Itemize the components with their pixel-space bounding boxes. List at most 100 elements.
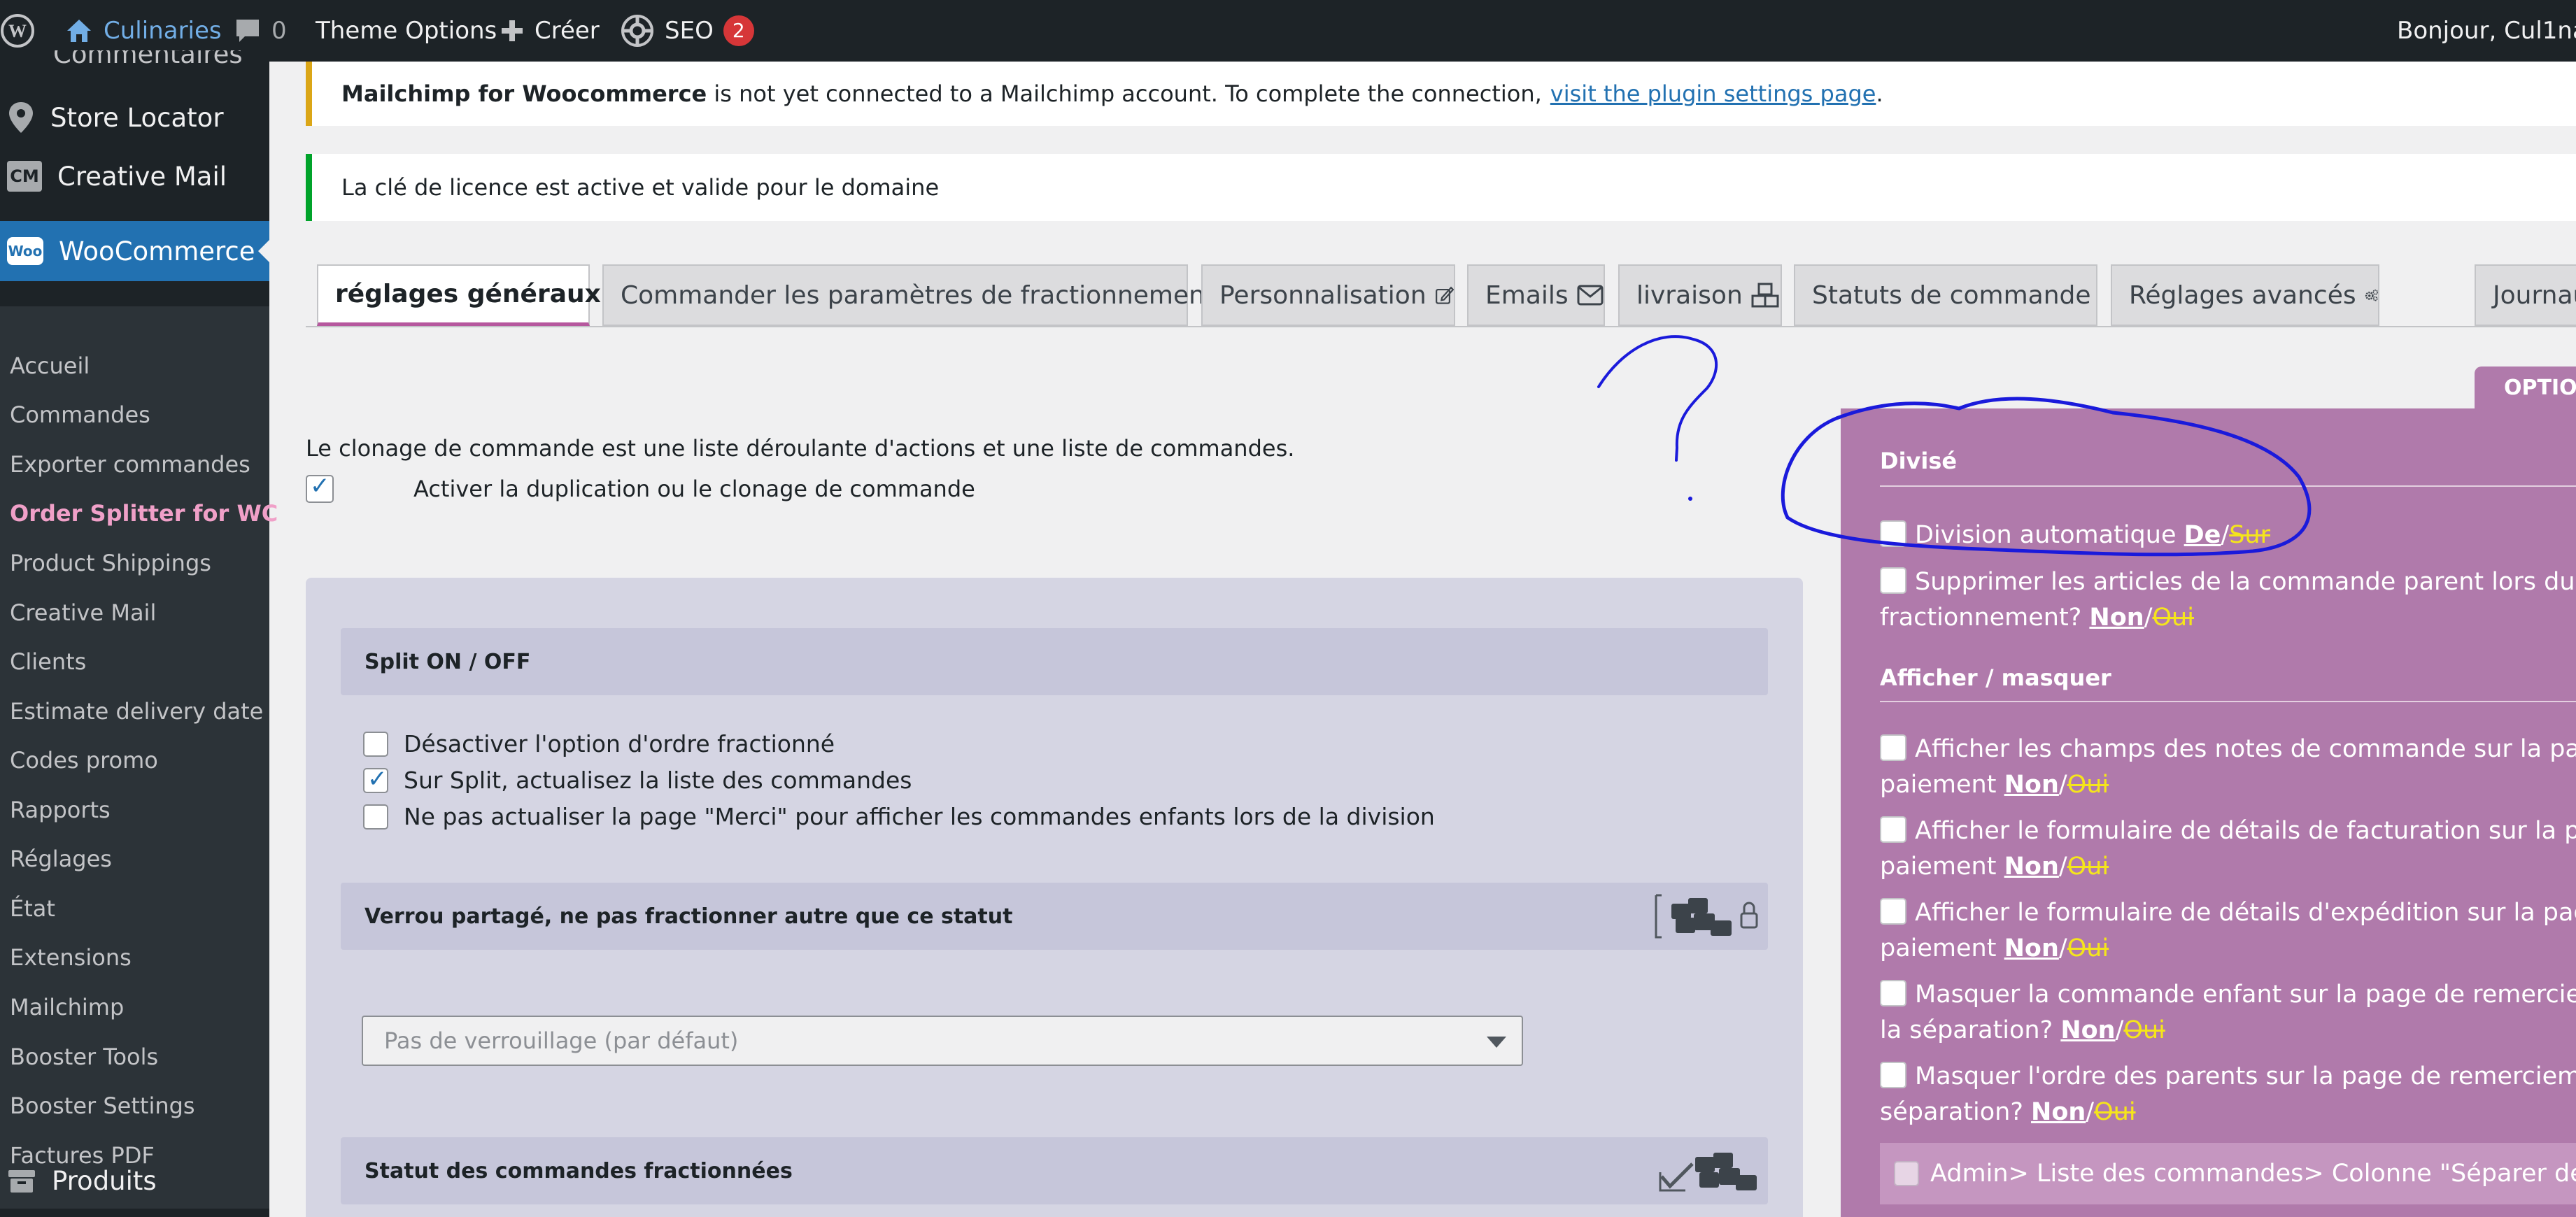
seo-badge: 2 bbox=[723, 15, 754, 46]
archive-icon bbox=[8, 1170, 35, 1193]
option-label: Admin> Liste des commandes> Colonne "Sép… bbox=[1930, 1160, 2576, 1188]
tab-advanced-settings[interactable]: Réglages avancés bbox=[2111, 264, 2379, 326]
menu-creative-mail[interactable]: CM Creative Mail bbox=[0, 151, 269, 201]
site-name: Culinaries bbox=[104, 17, 222, 45]
theme-options-link[interactable]: Theme Options bbox=[316, 0, 497, 62]
menu-woocommerce-label: WooCommerce bbox=[59, 236, 255, 266]
tab-label: Statuts de commande bbox=[1812, 280, 2091, 310]
lock-status-placeholder: Pas de verrouillage (par défaut) bbox=[384, 1027, 739, 1054]
refresh-orders-checkbox[interactable] bbox=[363, 765, 388, 793]
seo-gear-icon bbox=[621, 15, 653, 47]
option-value-off: Oui bbox=[2067, 771, 2109, 799]
tab-split-settings[interactable]: Commander les paramètres de fractionneme… bbox=[602, 264, 1215, 326]
split-option-label: Ne pas actualiser la page "Merci" pour a… bbox=[404, 803, 1435, 830]
options-tab[interactable]: OPTION bbox=[2475, 366, 2576, 408]
option-label-cont: séparation? bbox=[1880, 1098, 2023, 1126]
disable-split-checkbox[interactable] bbox=[363, 731, 388, 757]
option-value-off: Oui bbox=[2067, 853, 2109, 881]
submenu-item[interactable]: Booster Tools bbox=[10, 1044, 158, 1070]
tab-logs[interactable]: Journau bbox=[2475, 264, 2576, 326]
option-value-on: De bbox=[2184, 521, 2221, 549]
clone-description: Le clonage de commande est une liste dér… bbox=[306, 435, 1295, 462]
seo-link[interactable]: SEO 2 bbox=[620, 0, 754, 62]
comment-icon bbox=[236, 20, 259, 42]
tab-emails[interactable]: Emails bbox=[1467, 264, 1605, 326]
submenu-item[interactable]: Accueil bbox=[10, 353, 90, 379]
submenu-item[interactable]: Extensions bbox=[10, 944, 132, 971]
cogs-icon bbox=[2365, 289, 2378, 301]
mailchimp-notice: Mailchimp for Woocommerce is not yet con… bbox=[306, 62, 2576, 126]
option-value-on: Non bbox=[2089, 604, 2144, 632]
submenu-item[interactable]: État bbox=[10, 895, 55, 922]
option-label-cont: paiement bbox=[1880, 934, 1997, 962]
submenu-item[interactable]: Creative Mail bbox=[10, 599, 156, 626]
greeting-text: Bonjour, Cul1narie bbox=[2397, 17, 2576, 45]
submenu-item[interactable]: Réglages bbox=[10, 846, 112, 872]
option-value-off: Oui bbox=[2094, 1098, 2136, 1126]
menu-comments[interactable]: Commentaires bbox=[0, 50, 269, 78]
menu-store-locator[interactable]: Store Locator bbox=[0, 92, 269, 143]
plugin-settings-link[interactable]: visit the plugin settings page bbox=[1550, 80, 1876, 107]
option-label: Masquer la commande enfant sur la page d… bbox=[1915, 981, 2576, 1009]
split-status-title: Statut des commandes fractionnées bbox=[365, 1158, 793, 1183]
submenu-item[interactable]: Exporter commandes bbox=[10, 451, 250, 478]
admin-bar: W Culinaries 0 Theme Options Créer SEO 2… bbox=[0, 0, 2576, 62]
svg-text:W: W bbox=[8, 21, 27, 41]
menu-woocommerce[interactable]: Woo WooCommerce bbox=[0, 221, 269, 281]
submenu-item[interactable]: Product Shippings bbox=[10, 550, 211, 576]
show-hide-option: Afficher le formulaire de détails d'expé… bbox=[1880, 895, 2576, 967]
create-link[interactable]: Créer bbox=[500, 0, 600, 62]
section-divise-title: Divisé bbox=[1880, 448, 1958, 474]
menu-products[interactable]: Produits bbox=[0, 1153, 269, 1209]
delete-items-checkbox[interactable] bbox=[1880, 567, 1906, 594]
auto-division-checkbox[interactable] bbox=[1880, 520, 1906, 547]
submenu-item[interactable]: Rapports bbox=[10, 797, 111, 823]
envelope-icon bbox=[1577, 285, 1604, 306]
clone-checkbox[interactable] bbox=[306, 472, 334, 503]
options-panel: Divisé Division automatique De/Sur Suppr… bbox=[1841, 408, 2576, 1217]
show-hide-checkbox[interactable] bbox=[1880, 1062, 1906, 1088]
admin-column-checkbox[interactable] bbox=[1894, 1161, 1919, 1186]
lock-status-select[interactable]: Pas de verrouillage (par défaut) bbox=[362, 1016, 1523, 1066]
menu-store-locator-label: Store Locator bbox=[50, 102, 224, 133]
submenu-item[interactable]: Mailchimp bbox=[10, 994, 124, 1020]
auto-division-option: Division automatique De/Sur bbox=[1880, 518, 2576, 553]
question-mark-dot bbox=[1688, 497, 1692, 501]
submenu-item-current[interactable]: Order Splitter for WC bbox=[10, 500, 278, 527]
option-value-off: Oui bbox=[2067, 934, 2109, 962]
show-hide-checkbox[interactable] bbox=[1880, 980, 1906, 1006]
section-divider bbox=[1880, 485, 2576, 487]
tab-shipping[interactable]: livraison bbox=[1618, 264, 1782, 326]
tab-general-settings[interactable]: réglages généraux bbox=[317, 264, 601, 326]
show-hide-checkbox[interactable] bbox=[1880, 816, 1906, 843]
check-boxes-icon bbox=[1652, 1144, 1764, 1203]
show-hide-checkbox[interactable] bbox=[1880, 734, 1906, 761]
tab-order-statuses[interactable]: Statuts de commande bbox=[1794, 264, 2097, 326]
option-value-on: Non bbox=[2031, 1098, 2086, 1126]
submenu-item[interactable]: Estimate delivery date bbox=[10, 698, 263, 725]
submenu-item[interactable]: Commandes bbox=[10, 401, 150, 428]
submenu-item[interactable]: Codes promo bbox=[10, 747, 158, 774]
option-value-on: Non bbox=[2060, 1016, 2116, 1044]
create-label: Créer bbox=[535, 17, 600, 45]
show-hide-checkbox[interactable] bbox=[1880, 898, 1906, 925]
question-mark-annotation bbox=[1597, 335, 1718, 462]
submenu-item[interactable]: Clients bbox=[10, 648, 86, 675]
tab-label: Emails bbox=[1485, 280, 1569, 310]
option-label: Division automatique bbox=[1915, 521, 2177, 549]
menu-products-label: Produits bbox=[52, 1165, 157, 1196]
submenu-item[interactable]: Booster Settings bbox=[10, 1093, 195, 1119]
no-thankyou-refresh-checkbox[interactable] bbox=[363, 804, 388, 830]
menu-creative-mail-label: Creative Mail bbox=[57, 161, 227, 192]
clone-checkbox-label: Activer la duplication ou le clonage de … bbox=[413, 476, 975, 502]
split-option-label: Désactiver l'option d'ordre fractionné bbox=[404, 730, 835, 757]
admin-sidebar: Commentaires Store Locator CM Creative M… bbox=[0, 50, 278, 1217]
show-hide-option: Masquer la commande enfant sur la page d… bbox=[1880, 977, 2576, 1048]
user-greeting[interactable]: Bonjour, Cul1narie bbox=[2397, 0, 2576, 62]
plus-icon bbox=[502, 20, 523, 41]
active-menu-arrow bbox=[258, 240, 269, 262]
tab-customization[interactable]: Personnalisation bbox=[1201, 264, 1455, 326]
mailchimp-notice-period: . bbox=[1876, 80, 1883, 107]
show-hide-option: Masquer l'ordre des parents sur la page … bbox=[1880, 1059, 2576, 1130]
option-label: Afficher le formulaire de détails d'expé… bbox=[1915, 899, 2576, 927]
